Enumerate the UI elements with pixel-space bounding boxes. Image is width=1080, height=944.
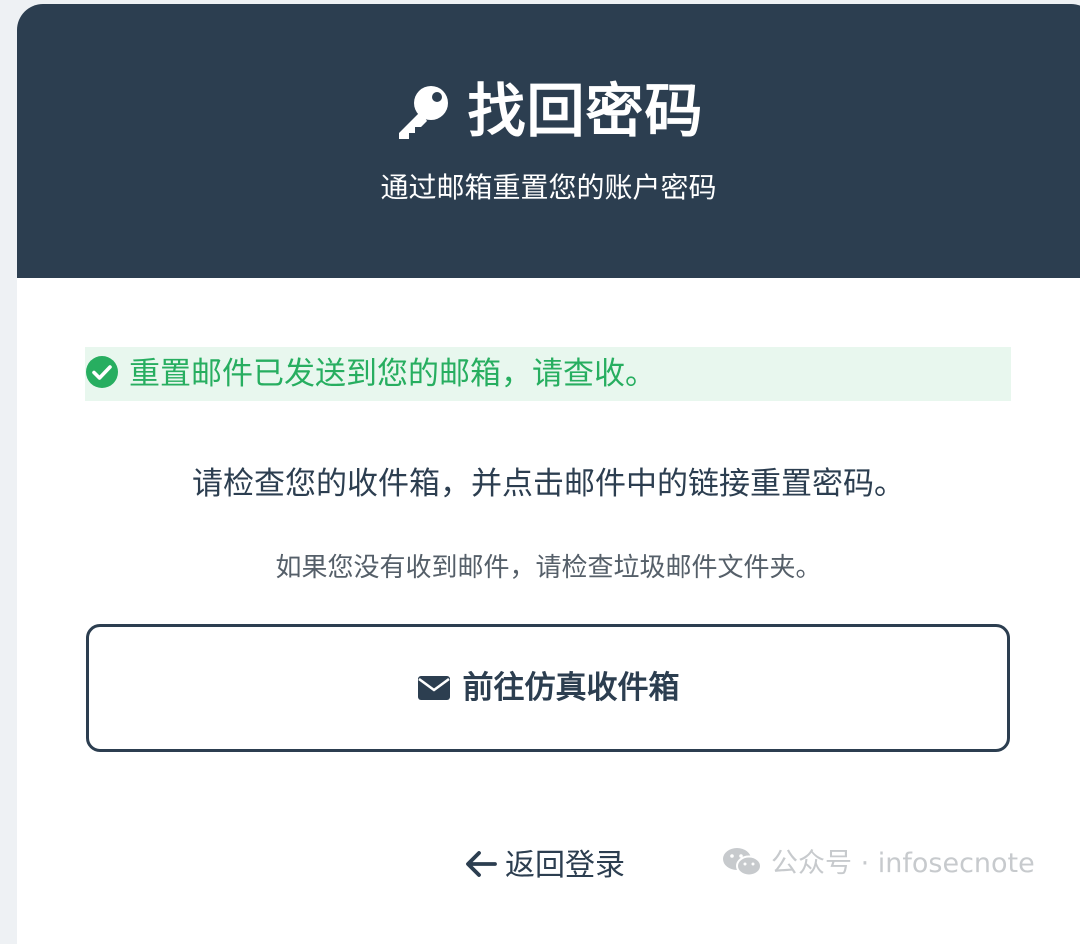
card-header: 找回密码 通过邮箱重置您的账户密码 bbox=[17, 4, 1080, 278]
envelope-icon bbox=[417, 674, 451, 702]
back-to-login-link[interactable]: 返回登录 bbox=[465, 844, 625, 888]
alert-message: 重置邮件已发送到您的邮箱，请查收。 bbox=[129, 356, 656, 392]
back-to-login-label: 返回登录 bbox=[505, 848, 625, 883]
go-to-inbox-button[interactable]: 前往仿真收件箱 bbox=[86, 624, 1010, 752]
watermark: 公众号 · infosecnote bbox=[721, 842, 1035, 886]
reset-password-card: 找回密码 通过邮箱重置您的账户密码 重置邮件已发送到您的邮箱，请查收。 请检查您… bbox=[17, 4, 1080, 944]
check-circle-icon bbox=[85, 355, 119, 393]
key-icon bbox=[393, 81, 453, 141]
success-alert: 重置邮件已发送到您的邮箱，请查收。 bbox=[85, 347, 1011, 401]
arrow-left-icon bbox=[465, 850, 497, 882]
title-row: 找回密码 bbox=[17, 76, 1080, 146]
watermark-text: 公众号 · infosecnote bbox=[771, 848, 1035, 879]
spam-hint-text: 如果您没有收到邮件，请检查垃圾邮件文件夹。 bbox=[275, 553, 822, 583]
page-subtitle: 通过邮箱重置您的账户密码 bbox=[380, 171, 717, 204]
page-title: 找回密码 bbox=[467, 77, 704, 145]
instruction-text: 请检查您的收件箱，并点击邮件中的链接重置密码。 bbox=[192, 466, 905, 502]
go-to-inbox-label: 前往仿真收件箱 bbox=[462, 670, 680, 706]
wechat-icon bbox=[721, 845, 763, 883]
